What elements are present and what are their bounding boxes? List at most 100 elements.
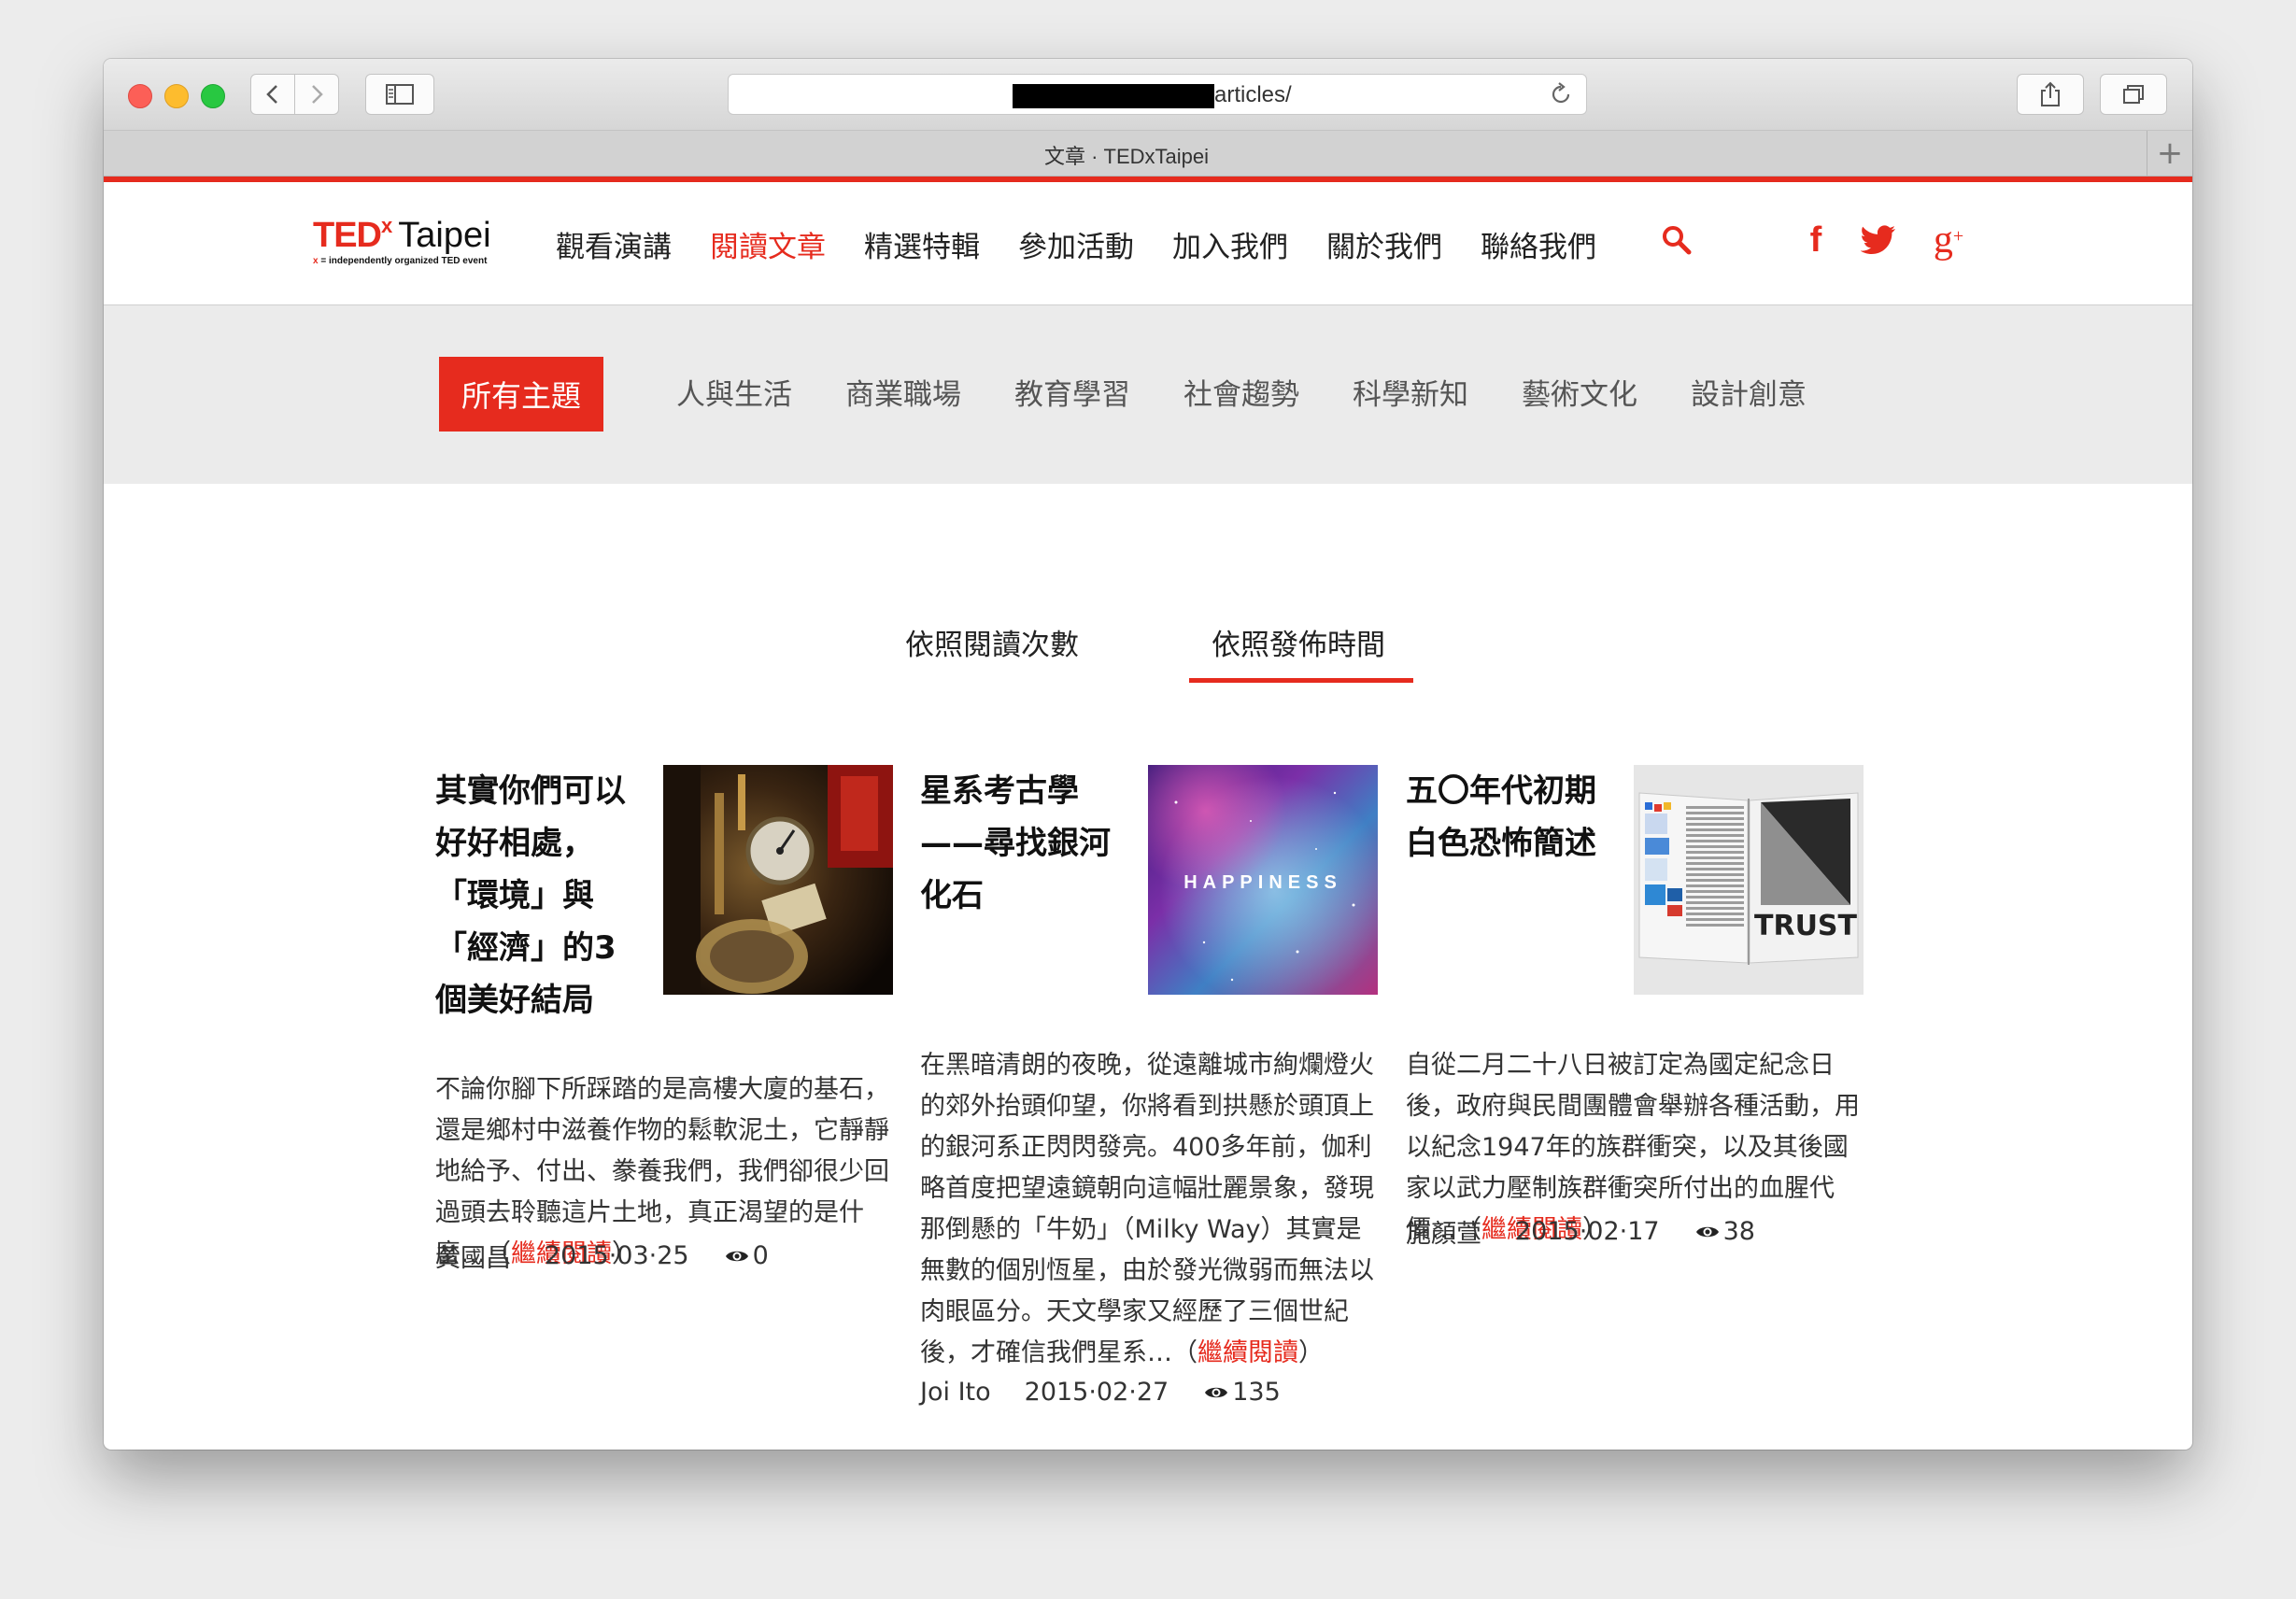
minimize-window-button[interactable] [164, 84, 189, 108]
browser-toolbar: articles/ [104, 59, 2192, 131]
article-title-line: 好好相處， [435, 825, 594, 862]
topic-business[interactable]: 商業職場 [845, 371, 961, 413]
sort-by-reads-tab[interactable]: 依照閱讀次數 [905, 621, 1079, 663]
tab-title[interactable]: 文章 · TEDxTaipei [104, 140, 2149, 170]
thumbnail-text: TRUST [1754, 910, 1858, 942]
view-count: 38 [1722, 1217, 1755, 1246]
site-header: TEDx Taipei x = independently organized T… [104, 182, 2192, 305]
nav-item-about[interactable]: 關於我們 [1326, 223, 1442, 265]
article-thumbnail[interactable] [663, 765, 893, 995]
close-window-button[interactable] [128, 84, 152, 108]
topic-design[interactable]: 設計創意 [1691, 371, 1807, 413]
article-excerpt-text: 在黑暗清朗的夜晚，從遠離城市絢爛燈火的郊外抬頭仰望，你將看到拱懸於頭頂上的銀河系… [920, 1051, 1374, 1367]
browser-window: articles/ 文章 · TEDxTaipei + TEDx Taipei … [104, 59, 2192, 1450]
active-sort-indicator [1189, 678, 1413, 683]
article-author[interactable]: 黃國昌 [435, 1238, 511, 1274]
article-title-line: 星系考古學 [920, 772, 1079, 810]
chevron-right-icon [312, 85, 323, 104]
url-text: articles/ [1214, 82, 1292, 107]
tabs-icon [2123, 85, 2144, 104]
article-title-line: 其實你們可以 [435, 772, 626, 810]
nav-item-featured[interactable]: 精選特輯 [864, 223, 980, 265]
article-meta: 施顏萱 2015·02·17 38 [1406, 1213, 1755, 1250]
topic-filter-bar: 所有主題 人與生活 商業職場 教育學習 社會趨勢 科學新知 藝術文化 設計創意 [104, 305, 2192, 484]
article-thumbnail[interactable]: HAPPINESS [1148, 765, 1378, 995]
article-views: 0 [725, 1241, 769, 1270]
search-button[interactable] [1660, 223, 1694, 257]
article-title[interactable]: 星系考古學 ——尋找銀河 化石 [920, 765, 1111, 922]
article-title-line: 「經濟」的3 [435, 929, 617, 967]
topic-arts[interactable]: 藝術文化 [1522, 371, 1637, 413]
read-more-link[interactable]: 繼續閱讀 [1198, 1338, 1298, 1367]
address-bar[interactable]: articles/ [728, 74, 1587, 115]
nav-item-watch-talks[interactable]: 觀看演講 [556, 223, 672, 265]
article-meta: 黃國昌 2015·03·25 0 [435, 1238, 769, 1274]
sidebar-toggle-button[interactable] [365, 74, 434, 115]
article-author[interactable]: 施顏萱 [1406, 1213, 1481, 1250]
topic-all[interactable]: 所有主題 [439, 357, 603, 432]
sort-by-time-tab[interactable]: 依照發佈時間 [1212, 621, 1385, 663]
article-date: 2015·03·25 [545, 1241, 689, 1270]
facebook-icon[interactable]: f [1802, 219, 1830, 261]
article-title-line: 「環境」與 [435, 877, 594, 914]
thumbnail-galaxy-image: HAPPINESS [1148, 765, 1378, 995]
nav-item-contact[interactable]: 聯絡我們 [1481, 223, 1596, 265]
logo-wordmark: TEDx Taipei [313, 216, 491, 255]
googleplus-plus: + [1952, 226, 1964, 247]
article-date: 2015·02·27 [1024, 1378, 1169, 1407]
page-content: TEDx Taipei x = independently organized T… [104, 177, 2192, 1450]
article-author[interactable]: Joi Ito [920, 1378, 991, 1407]
article-title-line: ——尋找銀河 [920, 825, 1111, 862]
topic-society[interactable]: 社會趨勢 [1183, 371, 1299, 413]
tab-bar: 文章 · TEDxTaipei + [104, 131, 2192, 177]
redacted-url-part [1013, 84, 1214, 108]
view-count: 135 [1232, 1378, 1281, 1407]
nav-item-join[interactable]: 加入我們 [1172, 223, 1288, 265]
thumbnail-magazine-image: TRUST [1634, 765, 1864, 995]
article-thumbnail[interactable]: TRUST [1634, 765, 1864, 995]
back-button[interactable] [250, 74, 295, 115]
maximize-window-button[interactable] [201, 84, 225, 108]
article-excerpt: 在黑暗清朗的夜晚，從遠離城市絢爛燈火的郊外抬頭仰望，你將看到拱懸於頭頂上的銀河系… [920, 1045, 1378, 1374]
new-tab-button[interactable]: + [2147, 131, 2192, 176]
logo-x: x [381, 214, 393, 237]
eye-icon [1695, 1226, 1719, 1237]
view-count: 0 [752, 1241, 769, 1270]
eye-icon [1205, 1387, 1228, 1397]
tabs-overview-button[interactable] [2100, 74, 2167, 115]
article-title-line: 五〇年代初期 [1406, 772, 1596, 810]
nav-item-read-articles[interactable]: 閱讀文章 [710, 223, 826, 265]
eye-icon [725, 1251, 748, 1261]
chevron-left-icon [266, 85, 277, 104]
twitter-link[interactable] [1860, 221, 1897, 259]
logo-ted: TED [313, 216, 382, 255]
logo-city: Taipei [398, 216, 491, 255]
sidebar-icon [386, 84, 414, 105]
logo-tagline: x = independently organized TED event [313, 256, 491, 266]
main-nav: 觀看演講 閱讀文章 精選特輯 參加活動 加入我們 關於我們 聯絡我們 [556, 223, 1635, 265]
googleplus-icon[interactable]: g + [1925, 218, 1972, 262]
article-title-line: 化石 [920, 877, 984, 914]
twitter-icon [1861, 225, 1895, 254]
article-title[interactable]: 五〇年代初期 白色恐怖簡述 [1406, 765, 1596, 870]
reload-icon[interactable] [1547, 80, 1575, 108]
googleplus-g: g [1933, 219, 1953, 262]
tedx-taipei-logo[interactable]: TEDx Taipei x = independently organized T… [313, 216, 491, 267]
nav-item-events[interactable]: 參加活動 [1018, 223, 1134, 265]
topic-life[interactable]: 人與生活 [676, 371, 792, 413]
topic-education[interactable]: 教育學習 [1014, 371, 1130, 413]
topic-science[interactable]: 科學新知 [1353, 371, 1468, 413]
search-icon [1663, 226, 1692, 255]
read-more-close: ） [1298, 1338, 1324, 1367]
thumbnail-text: HAPPINESS [1183, 872, 1342, 893]
share-button[interactable] [2017, 74, 2084, 115]
topic-list: 人與生活 商業職場 教育學習 社會趨勢 科學新知 藝術文化 設計創意 [676, 371, 1860, 413]
article-title-line: 個美好結局 [435, 982, 594, 1019]
article-title[interactable]: 其實你們可以 好好相處， 「環境」與 「經濟」的3 個美好結局 [435, 765, 626, 1026]
thumbnail-gauge-image [663, 765, 893, 995]
article-meta: Joi Ito 2015·02·27 135 [920, 1378, 1281, 1407]
article-date: 2015·02·17 [1515, 1217, 1660, 1246]
forward-button[interactable] [294, 74, 339, 115]
article-title-line: 白色恐怖簡述 [1406, 825, 1596, 862]
logo-tagline-text: = independently organized TED event [318, 256, 488, 266]
